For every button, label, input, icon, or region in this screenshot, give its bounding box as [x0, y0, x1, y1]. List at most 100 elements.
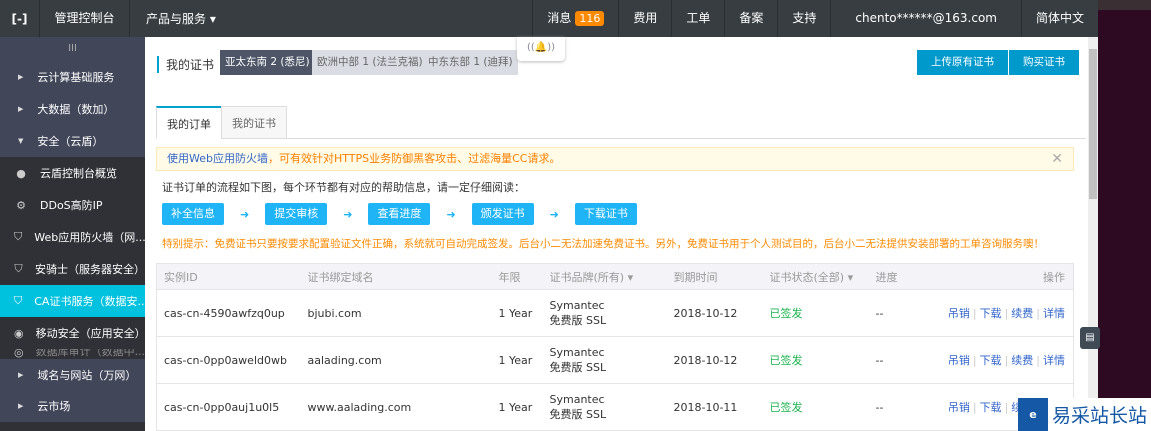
domain: aalading.com — [300, 336, 492, 384]
action-link[interactable]: 吊销 — [948, 401, 970, 414]
messages-link[interactable]: 消息 116 — [532, 0, 618, 37]
region-tab[interactable]: 中东东部 1 (迪拜) — [423, 50, 518, 75]
brand-edition: 免费版 SSL — [549, 361, 607, 374]
notification-bell-icon[interactable]: ((🔔)) — [517, 37, 565, 61]
step-button[interactable]: 补全信息 — [162, 203, 224, 225]
separator: | — [1004, 400, 1009, 414]
years: 1 Year — [491, 383, 543, 431]
sidebar-item[interactable]: ⛉ Web应用防火墙（网... — [0, 221, 145, 253]
buy-cert-button[interactable]: 购买证书 — [1009, 50, 1079, 75]
status-filter[interactable]: 证书状态(全部) ▾ — [762, 263, 869, 290]
instance-id: cas-cn-0pp0aweld0wb — [156, 336, 301, 384]
action-link[interactable]: 续费 — [1011, 354, 1033, 367]
sidebar-item-label: 安骑士（服务器安全） — [35, 263, 145, 276]
sidebar-item-label: 云盾控制台概览 — [40, 167, 117, 180]
action-link[interactable]: 详情 — [1043, 307, 1065, 320]
sidebar-group[interactable]: ▶ 大数据（数加） — [0, 93, 145, 125]
action-link[interactable]: 下载 — [980, 307, 1002, 320]
action-link[interactable]: 下载 — [980, 354, 1002, 367]
sidebar-group[interactable]: ▶ 云计算基础服务 — [0, 61, 145, 93]
shield-icon: ⛉ — [14, 294, 23, 307]
step-button[interactable]: 下载证书 — [574, 203, 637, 225]
brand-filter[interactable]: 证书品牌(所有) ▾ — [542, 263, 667, 290]
page-title: 我的证书 — [157, 56, 214, 73]
tab-my-orders[interactable]: 我的订单 — [156, 106, 222, 139]
expiry: 2018-10-12 — [666, 289, 763, 337]
tabs: 我的订单 我的证书 — [156, 106, 1086, 139]
products-label: 产品与服务 ▾ — [146, 12, 216, 26]
alert-text: ，可有效针对HTTPS业务防御黑客攻击、过滤海量CC请求。 — [267, 152, 561, 165]
message-count-badge: 116 — [575, 11, 605, 26]
sidebar-item[interactable]: ⚙ DDoS高防IP — [0, 189, 145, 221]
brand: Symantec 免费版 SSL — [542, 383, 667, 431]
expiry: 2018-10-11 — [666, 383, 763, 431]
status: 已签发 — [762, 336, 869, 384]
sidebar-group-label: 云市场 — [37, 400, 71, 413]
eye-icon: ◉ — [14, 326, 24, 340]
tab-my-certs[interactable]: 我的证书 — [221, 106, 287, 139]
region-tab[interactable]: 欧洲中部 1 (法兰克福) — [312, 50, 428, 75]
waf-link[interactable]: 使用Web应用防火墙 — [167, 152, 268, 165]
action-link[interactable]: 吊销 — [948, 307, 970, 320]
flow-intro: 证书订单的流程如下图，每个环节都有对应的帮助信息，请一定仔细阅读： — [162, 181, 525, 194]
brand-name: Symantec — [549, 393, 605, 406]
sidebar-group[interactable]: ▶ 云市场 — [0, 390, 145, 422]
action-link[interactable]: 详情 — [1043, 354, 1065, 367]
brand-name: Symantec — [549, 299, 605, 312]
sidebar-item[interactable]: ◎ 数据库审计（数据中... — [0, 349, 145, 359]
sidebar-item[interactable]: ● 云盾控制台概览 — [0, 157, 145, 189]
nav-icp[interactable]: 备案 — [724, 0, 777, 37]
sidebar-item[interactable]: ◉ 移动安全（应用安全） — [0, 317, 145, 349]
messages-label: 消息 — [547, 11, 572, 25]
gear-icon: ⚙ — [16, 198, 26, 212]
chat-icon[interactable]: ▤ — [1080, 327, 1100, 349]
separator: | — [1036, 353, 1040, 367]
sidebar-collapse-handle[interactable]: III — [0, 37, 145, 61]
nav-account[interactable]: chento******@163.com — [830, 0, 1021, 37]
sidebar-group-label: 云计算基础服务 — [37, 71, 115, 84]
region-tab[interactable]: 亚太东南 2 (悉尼) — [220, 50, 315, 75]
nav-tickets[interactable]: 工单 — [671, 0, 724, 37]
caret-right-icon: ▶ — [18, 105, 24, 113]
separator: | — [972, 306, 977, 320]
table-row: cas-cn-0pp0aweld0wb aalading.com 1 Year Sym… — [156, 336, 1074, 384]
status: 已签发 — [762, 289, 869, 337]
upload-cert-button[interactable]: 上传原有证书 — [917, 50, 1008, 75]
progress: -- — [868, 289, 906, 337]
action-link[interactable]: 续费 — [1011, 307, 1033, 320]
step-button[interactable]: 颁发证书 — [471, 203, 534, 225]
flow-steps: 补全信息 ➜ 提交审核 ➜ 查看进度 ➜ 颁发证书 ➜ 下载证书 — [162, 203, 637, 225]
action-link[interactable]: 下载 — [980, 401, 1002, 414]
brand-edition: 免费版 SSL — [549, 314, 607, 327]
sidebar-group[interactable]: ▼ 安全（云盾） — [0, 125, 145, 157]
console-link[interactable]: 管理控制台 — [40, 0, 130, 37]
brand: Symantec 免费版 SSL — [542, 336, 667, 384]
sidebar-group-label: 安全（云盾） — [37, 135, 104, 148]
sidebar-item-ca-cert[interactable]: ⛉ CA证书服务（数据安... — [0, 285, 145, 317]
products-menu[interactable]: 产品与服务 ▾ — [130, 10, 532, 27]
sidebar-item[interactable]: ⛉ 安骑士（服务器安全） — [0, 253, 145, 285]
scrollbar[interactable] — [1088, 37, 1098, 431]
main-content: 我的证书 亚太东南 2 (悉尼) 欧洲中部 1 (法兰克福) 中东东部 1 (迪… — [145, 37, 1088, 431]
col-header: 实例ID — [156, 263, 301, 290]
sidebar-group[interactable]: ▶ 域名与网站（万网） — [0, 359, 145, 390]
sidebar-group-label: 大数据（数加） — [37, 103, 115, 116]
nav-billing[interactable]: 费用 — [618, 0, 671, 37]
actions: 吊销|下载|续费|详情 — [905, 336, 1074, 384]
nav-support[interactable]: 支持 — [777, 0, 830, 37]
arrow-right-icon: ➜ — [549, 207, 559, 221]
logo-icon[interactable]: [-] — [0, 0, 40, 37]
close-icon[interactable]: ✕ — [1051, 148, 1063, 170]
nav-language[interactable]: 简体中文 — [1020, 0, 1098, 37]
caret-down-icon: ▼ — [18, 137, 24, 145]
special-tip: 特别提示：免费证书只要按要求配置验证文件正确，系统就可自动完成签发。后台小二无法… — [162, 238, 1044, 250]
arrow-right-icon: ➜ — [343, 207, 353, 221]
top-bar: [-] 管理控制台 产品与服务 ▾ 消息 116 费用 工单 备案 支持 chen… — [0, 0, 1098, 37]
progress: -- — [868, 336, 906, 384]
circle-icon: ● — [16, 166, 26, 180]
brand-edition: 免费版 SSL — [549, 408, 607, 421]
action-link[interactable]: 吊销 — [948, 354, 970, 367]
step-button[interactable]: 提交审核 — [265, 203, 328, 225]
step-button[interactable]: 查看进度 — [368, 203, 431, 225]
brand-name: Symantec — [549, 346, 605, 359]
